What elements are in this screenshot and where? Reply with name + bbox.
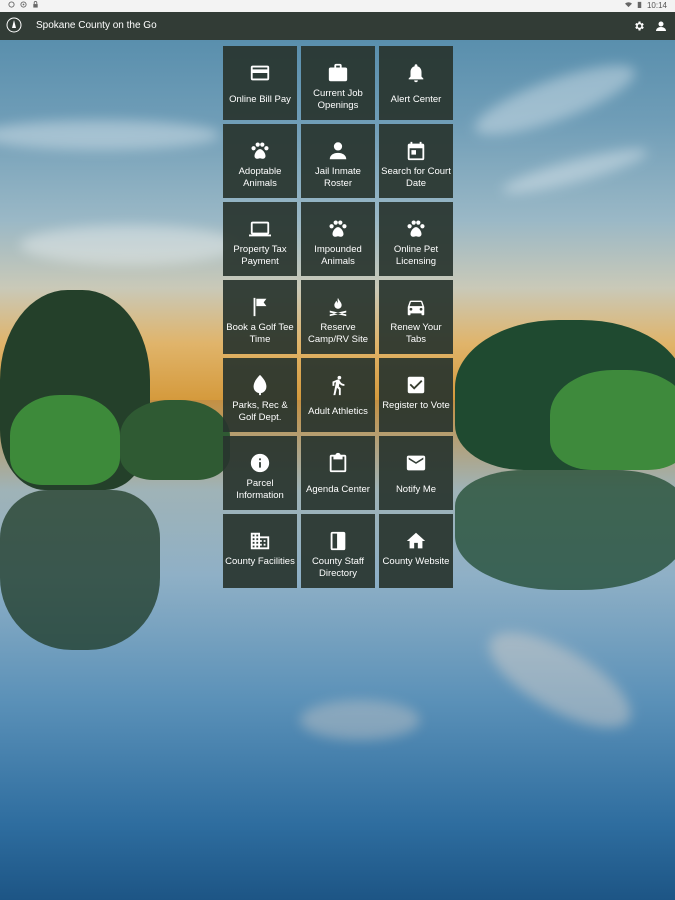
- tile-label: Adoptable Animals: [238, 166, 282, 189]
- tile-alert-center[interactable]: Alert Center: [379, 46, 453, 120]
- status-time: 10:14: [646, 1, 667, 10]
- person-icon: [327, 140, 349, 162]
- battery-icon: [637, 1, 642, 8]
- user-icon: [656, 21, 666, 31]
- info-icon: [249, 452, 271, 474]
- tile-parks-rec-golf[interactable]: Parks, Rec & Golf Dept.: [223, 358, 297, 432]
- tile-label: County Website: [382, 556, 450, 567]
- tile-notify-me[interactable]: Notify Me: [379, 436, 453, 510]
- clipboard-icon: [327, 452, 349, 474]
- tile-current-job-openings[interactable]: Current Job Openings: [301, 46, 375, 120]
- tile-label: Search for Court Date: [381, 166, 451, 189]
- bell-icon: [405, 62, 427, 84]
- tile-label: Online Pet Licensing: [393, 244, 439, 267]
- tile-label: County Facilities: [225, 556, 295, 567]
- tile-label: County Staff Directory: [311, 556, 365, 579]
- app-title: Spokane County on the Go: [36, 20, 157, 31]
- cloud: [20, 225, 240, 265]
- tile-county-staff-directory[interactable]: County Staff Directory: [301, 514, 375, 588]
- calendar-icon: [405, 140, 427, 162]
- settings-button[interactable]: [633, 19, 645, 31]
- tile-label: Adult Athletics: [308, 406, 368, 417]
- tile-jail-inmate-roster[interactable]: Jail Inmate Roster: [301, 124, 375, 198]
- tile-online-pet-licensing[interactable]: Online Pet Licensing: [379, 202, 453, 276]
- tile-county-website[interactable]: County Website: [379, 514, 453, 588]
- account-button[interactable]: [655, 19, 667, 31]
- credit-card-icon: [249, 62, 271, 84]
- gear-icon: [635, 21, 644, 31]
- tile-label: Current Job Openings: [313, 88, 363, 111]
- tile-label: Alert Center: [390, 94, 442, 105]
- tile-adult-athletics[interactable]: Adult Athletics: [301, 358, 375, 432]
- status-bar: 10:14: [0, 0, 675, 12]
- tile-label: Property Tax Payment: [233, 244, 287, 267]
- home-icon: [405, 530, 427, 552]
- checkbox-icon: [405, 374, 427, 396]
- mail-icon: [405, 452, 427, 474]
- tile-label: Parcel Information: [236, 478, 284, 501]
- county-seal-icon: [6, 17, 22, 33]
- tile-property-tax-payment[interactable]: Property Tax Payment: [223, 202, 297, 276]
- paw-icon: [405, 218, 427, 240]
- briefcase-icon: [327, 62, 349, 84]
- tile-label: Renew Your Tabs: [390, 322, 442, 345]
- tile-label: Parks, Rec & Golf Dept.: [232, 400, 288, 423]
- campfire-icon: [327, 296, 349, 318]
- tile-parcel-information[interactable]: Parcel Information: [223, 436, 297, 510]
- lock-status-icon: [33, 1, 38, 8]
- tile-label: Reserve Camp/RV Site: [307, 322, 368, 345]
- tile-label: Register to Vote: [382, 400, 450, 411]
- reflection-right: [455, 470, 675, 590]
- service-tile-grid: Online Bill Pay Current Job Openings Ale…: [223, 46, 454, 588]
- laptop-icon: [249, 218, 271, 240]
- tile-adoptable-animals[interactable]: Adoptable Animals: [223, 124, 297, 198]
- walking-icon: [327, 374, 349, 396]
- tile-register-to-vote[interactable]: Register to Vote: [379, 358, 453, 432]
- bush-left: [10, 395, 120, 485]
- tile-impounded-animals[interactable]: Impounded Animals: [301, 202, 375, 276]
- app-bar: Spokane County on the Go: [0, 12, 675, 40]
- paw-icon: [249, 140, 271, 162]
- tile-online-bill-pay[interactable]: Online Bill Pay: [223, 46, 297, 120]
- car-icon: [405, 296, 427, 318]
- tile-book-golf-tee-time[interactable]: Book a Golf Tee Time: [223, 280, 297, 354]
- tile-label: Book a Golf Tee Time: [226, 322, 294, 345]
- tile-label: Notify Me: [395, 484, 437, 495]
- notification-status-icon: [20, 1, 27, 8]
- tile-county-facilities[interactable]: County Facilities: [223, 514, 297, 588]
- reflection-left: [0, 490, 160, 650]
- tile-search-court-date[interactable]: Search for Court Date: [379, 124, 453, 198]
- tile-label: Jail Inmate Roster: [315, 166, 361, 189]
- settings-status-icon: [8, 1, 15, 8]
- bush-right: [550, 370, 675, 470]
- tile-label: Online Bill Pay: [229, 94, 291, 105]
- tile-reserve-camp-rv-site[interactable]: Reserve Camp/RV Site: [301, 280, 375, 354]
- book-icon: [327, 530, 349, 552]
- building-icon: [249, 530, 271, 552]
- tile-agenda-center[interactable]: Agenda Center: [301, 436, 375, 510]
- paw-icon: [327, 218, 349, 240]
- wifi-icon: [624, 2, 632, 8]
- cloud-reflection: [300, 700, 420, 740]
- trees-left-2: [120, 400, 230, 480]
- tile-renew-your-tabs[interactable]: Renew Your Tabs: [379, 280, 453, 354]
- tile-label: Impounded Animals: [314, 244, 362, 267]
- tile-label: Agenda Center: [306, 484, 370, 495]
- leaf-icon: [249, 374, 271, 396]
- flag-icon: [249, 296, 271, 318]
